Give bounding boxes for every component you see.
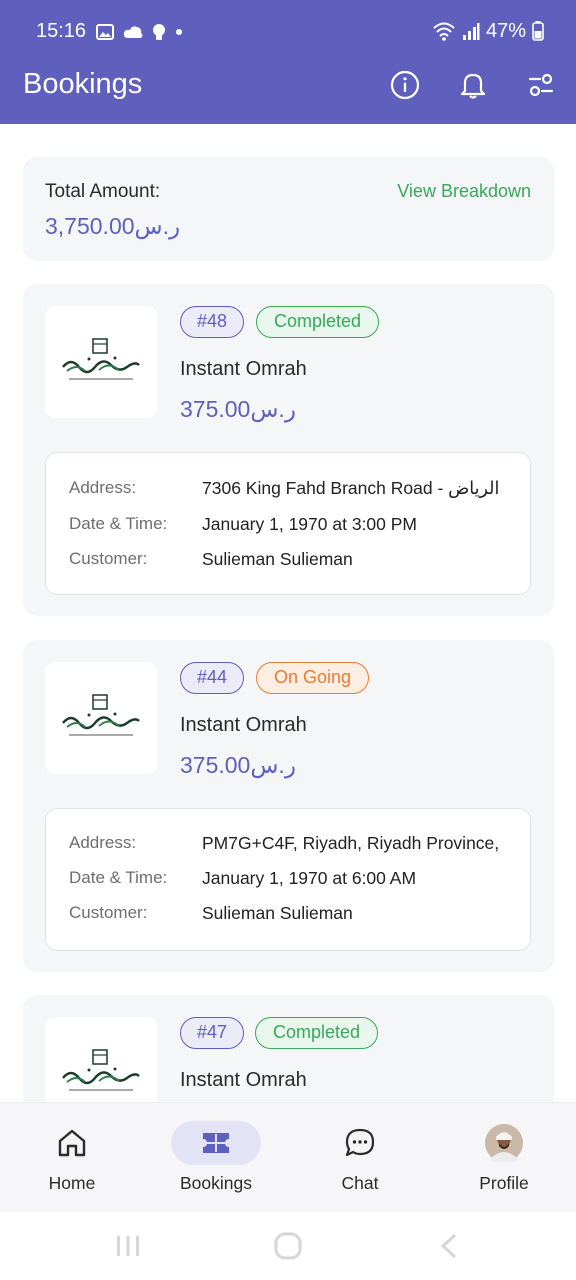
booking-card[interactable]: #47 Completed Instant Omrah [23,995,554,1102]
page-title: Bookings [23,68,143,100]
service-logo [45,306,157,418]
booking-details: Address: PM7G+C4F, Riyadh, Riyadh Provin… [45,808,531,951]
total-amount-value: 3,750.00ر.س [45,213,181,239]
service-name: Instant Omrah [180,714,307,736]
service-name: Instant Omrah [180,358,307,380]
address-label: Address: [69,478,137,497]
system-navigation-bar [0,1212,576,1280]
wifi-icon [433,22,455,41]
cloud-icon [123,26,143,38]
status-badge: Completed [255,1017,379,1049]
customer-value: Sulieman Sulieman [202,549,353,569]
nav-bookings-label: Bookings [180,1173,252,1193]
bell-icon [460,73,486,99]
status-time: 15:16 [36,20,87,42]
service-logo [45,1017,157,1102]
nav-chat-label: Chat [341,1173,379,1193]
chat-icon [345,1128,375,1157]
booking-card[interactable]: #44 On Going Instant Omrah 375.00ر.س Add… [23,640,554,972]
nav-chat[interactable]: Chat [305,1103,415,1213]
booking-id-badge: #48 [180,306,245,338]
booking-id-badge: #47 [180,1017,245,1049]
customer-label: Customer: [69,903,148,922]
battery-level: 47% [485,19,526,42]
bulb-icon [153,24,165,40]
status-badge: Completed [256,306,380,338]
signal-icon [462,23,480,40]
booking-details: Address: 7306 King Fahd Branch Road - ال… [45,452,531,595]
omrah-logo-icon [62,694,140,736]
nav-home[interactable]: Home [17,1103,127,1213]
booking-price: 375.00ر.س [180,752,296,778]
service-name: Instant Omrah [180,1069,307,1091]
booking-id-badge: #44 [180,662,245,694]
info-button[interactable] [386,66,424,104]
status-badge: On Going [256,662,370,694]
datetime-label: Date & Time: [69,514,168,533]
bookings-screen: 15:16 47% Bookings Total Amount: 3,750.0… [0,0,576,1280]
app-bar: 15:16 47% Bookings [0,0,576,124]
nav-profile-label: Profile [479,1173,529,1193]
avatar [485,1124,523,1162]
back-icon[interactable] [438,1232,460,1260]
total-amount-card: Total Amount: 3,750.00ر.س View Breakdown [23,157,554,261]
ticket-icon [203,1133,229,1153]
dot-icon [176,29,182,35]
home-system-icon[interactable] [273,1232,303,1260]
address-value: PM7G+C4F, Riyadh, Riyadh Province, [202,833,500,853]
filter-button[interactable] [522,66,560,104]
home-icon [58,1129,86,1157]
customer-label: Customer: [69,549,148,568]
notifications-button[interactable] [454,66,492,104]
booking-card[interactable]: #48 Completed Instant Omrah 375.00ر.س Ad… [23,284,554,616]
datetime-value: January 1, 1970 at 6:00 AM [202,868,417,888]
datetime-label: Date & Time: [69,868,168,887]
view-breakdown-link[interactable]: View Breakdown [397,181,531,202]
filter-icon [528,73,554,97]
nav-bookings[interactable]: Bookings [161,1103,271,1213]
gallery-icon [96,24,114,40]
omrah-logo-icon [62,1049,140,1091]
info-icon [390,70,420,100]
datetime-value: January 1, 1970 at 3:00 PM [202,514,417,534]
nav-profile[interactable]: Profile [449,1103,559,1213]
status-bar: 15:16 47% [0,0,576,62]
recent-apps-icon[interactable] [115,1234,141,1258]
address-label: Address: [69,833,137,852]
bookings-list: Total Amount: 3,750.00ر.س View Breakdown… [0,124,576,1102]
bottom-navigation: Home Bookings Chat Profile [0,1102,576,1212]
customer-value: Sulieman Sulieman [202,903,353,923]
address-value: 7306 King Fahd Branch Road - الرياض [202,478,500,498]
battery-icon [532,21,544,41]
booking-price: 375.00ر.س [180,396,296,422]
service-logo [45,662,157,774]
total-amount-label: Total Amount: [45,181,161,202]
omrah-logo-icon [62,338,140,380]
nav-home-label: Home [48,1173,96,1193]
